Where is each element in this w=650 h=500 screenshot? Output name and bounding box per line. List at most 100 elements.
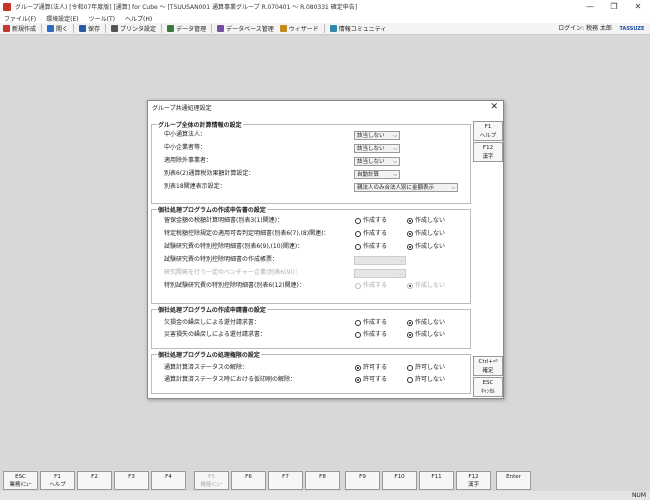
wizard-icon	[279, 25, 287, 32]
radio-icon	[407, 377, 413, 383]
row-label: 試験研究費の特別控除明細書(別表6(9),(10)関連)：	[164, 243, 304, 250]
new-button[interactable]: 新規作成	[0, 23, 39, 35]
radio-selected-icon	[355, 365, 361, 371]
radio-selected-icon	[407, 218, 413, 224]
radio-allow[interactable]: 許可する	[355, 375, 387, 385]
fkey-f12[interactable]: F12 漢字	[456, 471, 491, 490]
radio-create: 作成する	[355, 281, 387, 291]
radio-disallow[interactable]: 許可しない	[407, 375, 445, 385]
radio-create[interactable]: 作成する	[355, 318, 387, 328]
help-button[interactable]: F1 ヘルプ	[473, 121, 503, 141]
menu-file[interactable]: ファイル(F)	[4, 14, 36, 23]
fkey-f6[interactable]: F6	[231, 471, 266, 490]
group-application-forms: 個社処理プログラムの作成申請書の設定 欠損金の繰戻しによる還付請求書： 作成する…	[151, 305, 471, 349]
save-button[interactable]: 保存	[76, 23, 103, 35]
status-bar: NUM	[0, 491, 650, 500]
radio-selected-icon	[407, 283, 413, 289]
toolbar-divider	[211, 24, 213, 33]
printer-settings-button[interactable]: プリンタ設定	[108, 23, 159, 35]
fkey-f2[interactable]: F2	[77, 471, 112, 490]
toolbar: 新規作成 開く 保存 プリンタ設定 データ管理 データベース管理 ウィザード 情…	[0, 23, 650, 35]
fkey-f11[interactable]: F11	[419, 471, 454, 490]
cancel-button[interactable]: ESC ｷｬﾝｾﾙ	[473, 377, 503, 397]
close-window-button[interactable]: ✕	[626, 0, 650, 13]
row-label: 災害損失の繰戻しによる還付請求書：	[164, 331, 266, 338]
radio-selected-icon	[407, 332, 413, 338]
radio-not-create[interactable]: 作成しない	[407, 242, 445, 252]
tax-effect-calc-select[interactable]: 自動計算 ⌵	[354, 170, 400, 179]
fkey-f10[interactable]: F10	[382, 471, 417, 490]
research-form-select: ⌵	[354, 256, 406, 265]
data-management-button[interactable]: データ管理	[164, 23, 209, 35]
row-label: 特定税額控除規定の適用可否判定明細書(別表6(7),(8)関連)：	[164, 230, 330, 237]
small-corp-select[interactable]: 該当しない ⌵	[354, 131, 400, 140]
fkey-esc[interactable]: ESC 業務ﾒﾆｭｰ	[3, 471, 38, 490]
radio-selected-icon	[355, 377, 361, 383]
fkey-f9[interactable]: F9	[345, 471, 380, 490]
fkey-f1[interactable]: F1 ヘルプ	[40, 471, 75, 490]
fkey-f4[interactable]: F4	[151, 471, 186, 490]
excluded-business-select[interactable]: 該当しない ⌵	[354, 157, 400, 166]
chevron-down-icon: ⌵	[393, 172, 397, 178]
open-button[interactable]: 開く	[44, 23, 71, 35]
dialog-body: グループ全体の計算情報の設定 中小通算法人： 該当しない ⌵ 中小企業者等： 該当…	[151, 116, 471, 396]
brand-logo: TASSUZE	[619, 26, 645, 32]
table18-display-select[interactable]: 親法人のみ合法人別に金額表示 ⌵	[354, 183, 458, 192]
title-bar: グループ通算(法人) [令和07年度版] [通算] for Cube ～ [TS…	[0, 0, 650, 13]
confirm-button[interactable]: Ctrl+⏎ 確定	[473, 356, 503, 376]
group-calc-info: グループ全体の計算情報の設定 中小通算法人： 該当しない ⌵ 中小企業者等： 該当…	[151, 120, 471, 204]
database-management-button[interactable]: データベース管理	[214, 23, 277, 35]
kanji-button[interactable]: F12 漢字	[473, 142, 503, 162]
menu-help[interactable]: ヘルプ(H)	[125, 14, 152, 23]
chevron-down-icon: ⌵	[451, 185, 455, 191]
dialog-title-bar: グループ共通処理設定 ✕	[148, 101, 503, 113]
radio-not-create[interactable]: 作成しない	[407, 330, 445, 340]
chevron-down-icon: ⌵	[393, 133, 397, 139]
radio-selected-icon	[407, 244, 413, 250]
radio-create[interactable]: 作成する	[355, 216, 387, 226]
login-user: ログイン: 税務 太郎	[558, 25, 612, 32]
menu-settings[interactable]: 環境設定(E)	[46, 14, 78, 23]
group-permissions: 個社処理プログラムの処理権限の設定 通算計算済ステータスの解除： 許可する 許可…	[151, 350, 471, 394]
radio-icon	[355, 231, 361, 237]
database-icon	[217, 25, 225, 32]
info-community-button[interactable]: 情報コミュニティ	[327, 23, 390, 35]
window-title: グループ通算(法人) [令和07年度版] [通算] for Cube ～ [TS…	[15, 4, 358, 11]
radio-icon	[355, 332, 361, 338]
row-label: 欠損金の繰戻しによる還付請求書：	[164, 319, 260, 326]
menu-bar: ファイル(F) 環境設定(E) ツール(T) ヘルプ(H)	[0, 13, 650, 23]
maximize-button[interactable]: ❐	[602, 0, 626, 13]
row-label: 試験研究費の特別控除明細書の作成帳票：	[164, 256, 279, 263]
wizard-button[interactable]: ウィザード	[277, 23, 322, 35]
fkey-f7[interactable]: F7	[268, 471, 303, 490]
radio-not-create[interactable]: 作成しない	[407, 318, 445, 328]
radio-selected-icon	[407, 320, 413, 326]
fkey-enter[interactable]: Enter	[496, 471, 531, 490]
radio-create[interactable]: 作成する	[355, 242, 387, 252]
radio-create[interactable]: 作成する	[355, 330, 387, 340]
chevron-down-icon: ⌵	[393, 159, 397, 165]
radio-not-create[interactable]: 作成しない	[407, 229, 445, 239]
chevron-down-icon: ⌵	[399, 271, 403, 277]
row-label: 留保金額の税額計算明細書(別表3(1)関連)：	[164, 217, 283, 224]
minimize-button[interactable]: —	[578, 0, 602, 13]
toolbar-divider	[73, 24, 75, 33]
toolbar-divider	[161, 24, 163, 33]
printer-icon	[111, 25, 119, 32]
dialog-close-icon[interactable]: ✕	[490, 101, 498, 113]
radio-icon	[355, 218, 361, 224]
row-label: 特別試験研究費の特別控除明細書(別表6(12)関連)：	[164, 282, 305, 289]
sme-select[interactable]: 該当しない ⌵	[354, 144, 400, 153]
toolbar-divider	[323, 24, 325, 33]
radio-disallow[interactable]: 許可しない	[407, 363, 445, 373]
fkey-f8[interactable]: F8	[305, 471, 340, 490]
fkey-f3[interactable]: F3	[114, 471, 149, 490]
radio-allow[interactable]: 許可する	[355, 363, 387, 373]
radio-icon	[355, 320, 361, 326]
toolbar-divider	[105, 24, 107, 33]
radio-not-create[interactable]: 作成しない	[407, 216, 445, 226]
fkey-f5: F5 機能ﾒﾆｭｰ	[194, 471, 229, 490]
menu-tools[interactable]: ツール(T)	[89, 14, 115, 23]
toolbar-divider	[41, 24, 43, 33]
radio-create[interactable]: 作成する	[355, 229, 387, 239]
